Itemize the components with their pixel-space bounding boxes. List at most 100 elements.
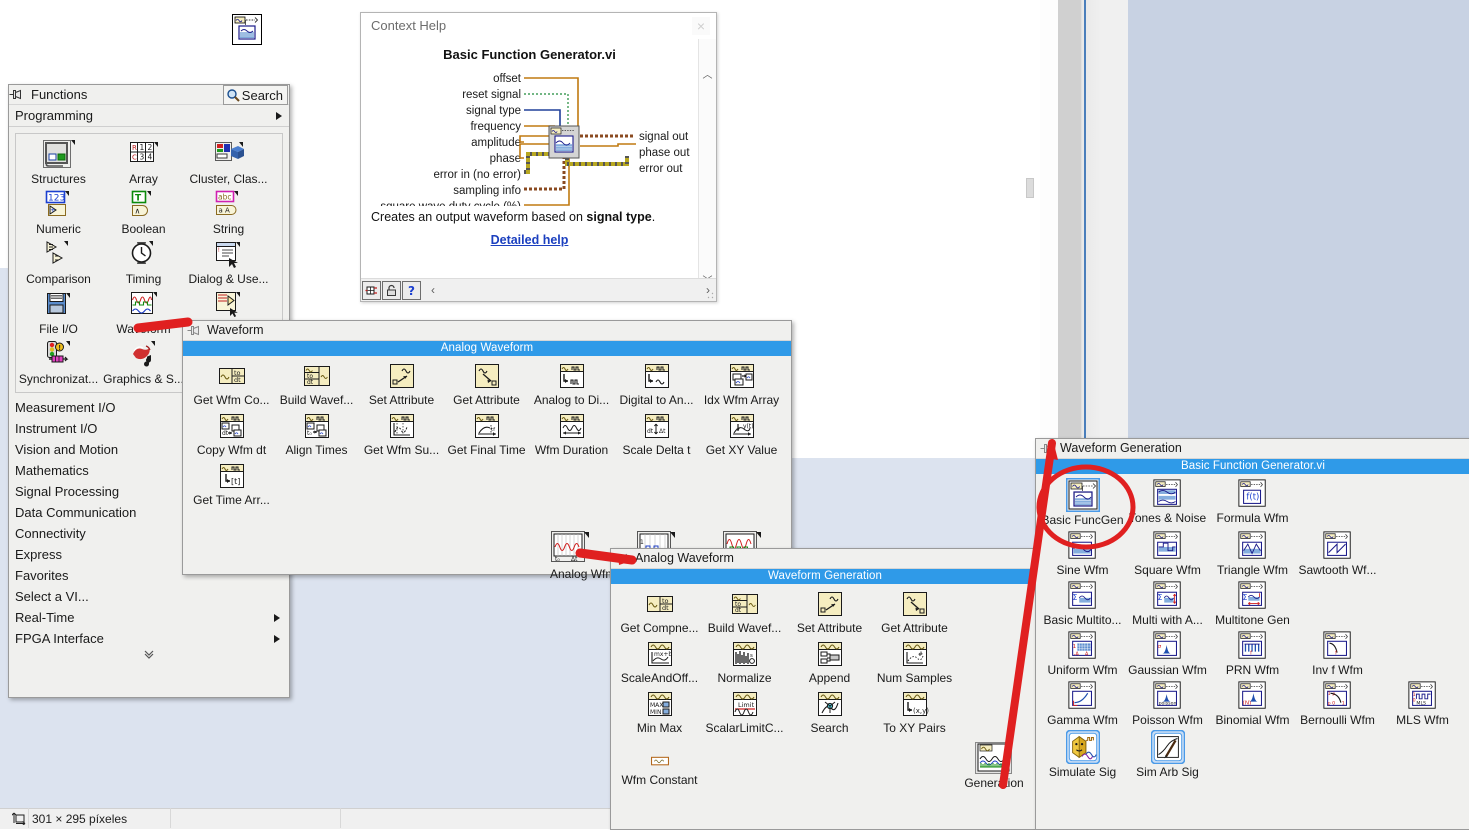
palette-item-multi-with-amplitude[interactable]: Σ Multi with A...: [1125, 580, 1210, 627]
palette-item-basic-funcgen[interactable]: Basic FuncGen: [1040, 478, 1125, 527]
palette-item-build-waveform[interactable]: to dt Build Wavef...: [702, 588, 787, 635]
palette-item-set-attribute[interactable]: Set Attribute: [359, 360, 444, 407]
palette-item-label: Gamma Wfm: [1047, 713, 1118, 727]
waveform-palette-grid: to dt Get Wfm Co... to dt Build Wavef...: [183, 356, 791, 512]
show-optional-terminals-icon[interactable]: [362, 280, 381, 300]
palette-item-scale-delta-t[interactable]: dt Δt Scale Delta t: [614, 410, 699, 457]
functions-palette-category-programming[interactable]: Programming: [9, 105, 289, 127]
palette-item-binomial-wfm[interactable]: (N) Binomial Wfm: [1210, 680, 1295, 727]
resize-grip-icon[interactable]: [707, 292, 714, 299]
palette-item-get-wfm-components[interactable]: to dt Get Wfm Co...: [189, 360, 274, 407]
palette-item-set-attribute[interactable]: Set Attribute: [787, 588, 872, 635]
palette-item-file-io[interactable]: File I/O: [16, 288, 101, 336]
sidebar-item-real-time[interactable]: Real-Time: [9, 607, 289, 628]
palette-item-get-attribute[interactable]: Get Attribute: [872, 588, 957, 635]
panel-resize-handle[interactable]: [1026, 178, 1034, 198]
palette-item-idx-wfm-array[interactable]: Idx Wfm Array: [699, 360, 784, 407]
pin-icon[interactable]: [1040, 442, 1055, 455]
palette-item-get-wfm-subset[interactable]: Get Wfm Su...: [359, 410, 444, 457]
lock-help-icon[interactable]: [382, 280, 401, 300]
close-icon[interactable]: ×: [692, 17, 710, 35]
palette-item-label: Set Attribute: [368, 393, 435, 407]
palette-item-synchronization[interactable]: ! Synchronizat...: [16, 338, 101, 386]
palette-item-num-samples[interactable]: # Num Samples: [872, 638, 957, 685]
dragged-basic-function-generator-icon[interactable]: [232, 14, 262, 45]
palette-item-array[interactable]: R C 1 2 3 4 Array: [101, 138, 186, 186]
detailed-help-link[interactable]: Detailed help: [361, 233, 698, 247]
palette-item-get-final-time[interactable]: tf Get Final Time: [444, 410, 529, 457]
pin-icon[interactable]: [615, 552, 630, 565]
palette-item-normalize[interactable]: s Normalize: [702, 638, 787, 685]
palette-item-align-times[interactable]: t₀ Align Times: [274, 410, 359, 457]
palette-item-get-time-array[interactable]: [t] Get Time Arr...: [189, 460, 274, 507]
palette-item-structures[interactable]: Structures: [16, 138, 101, 186]
palette-item-string[interactable]: abc a A String: [186, 188, 271, 236]
palette-item-multitone-gen[interactable]: Σ Multitone Gen: [1210, 580, 1295, 627]
palette-item-append[interactable]: Append: [787, 638, 872, 685]
chevron-left-icon[interactable]: ‹: [431, 283, 435, 297]
waveform-generation-palette[interactable]: Waveform Generation Basic Function Gener…: [1035, 438, 1469, 830]
palette-item-scale-and-offset[interactable]: mx+b ScaleAndOff...: [617, 638, 702, 685]
palette-item-triangle-wfm[interactable]: Triangle Wfm: [1210, 530, 1295, 577]
palette-item-copy-wfm-dt[interactable]: dt Copy Wfm dt: [189, 410, 274, 457]
palette-item-basic-multitone[interactable]: Σ Basic Multito...: [1040, 580, 1125, 627]
palette-item-graphics-sound[interactable]: Graphics & S...: [101, 338, 186, 386]
palette-item-numeric[interactable]: 123 + Numeric: [16, 188, 101, 236]
palette-item-to-xy-pairs[interactable]: (x,y) To XY Pairs: [872, 688, 957, 735]
palette-item-get-components[interactable]: to dt Get Compne...: [617, 588, 702, 635]
palette-item-get-attribute[interactable]: Get Attribute: [444, 360, 529, 407]
palette-item-tones-and-noise[interactable]: Tones & Noise: [1125, 478, 1210, 527]
context-help-vertical-scrollbar[interactable]: ︿ ﹀: [698, 39, 716, 287]
palette-item-sawtooth-wfm[interactable]: Sawtooth Wf...: [1295, 530, 1380, 577]
palette-item-gaussian-wfm[interactable]: σ Gaussian Wfm: [1125, 630, 1210, 677]
palette-item-inv-f-wfm[interactable]: f Inv f Wfm: [1295, 630, 1380, 677]
palette-item-comparison[interactable]: Comparison: [16, 238, 101, 286]
svg-text:f: f: [1250, 650, 1252, 656]
search-button[interactable]: Search: [222, 85, 288, 105]
palette-item-label: ScaleAndOff...: [620, 671, 699, 685]
sidebar-item-fpga-interface[interactable]: FPGA Interface: [9, 628, 289, 649]
num-samples-icon: #: [902, 642, 927, 666]
palette-item-boolean[interactable]: T ∧ Boolean: [101, 188, 186, 236]
expand-palette-button[interactable]: [9, 650, 289, 663]
palette-item-build-waveform[interactable]: to dt Build Wavef...: [274, 360, 359, 407]
context-help-horizontal-scrollbar[interactable]: ‹ ›: [425, 281, 716, 299]
palette-item-sine-wfm[interactable]: Sine Wfm: [1040, 530, 1125, 577]
palette-item-waveform[interactable]: Waveform: [101, 288, 186, 336]
sidebar-item-select-a-vi[interactable]: Select a VI...: [9, 586, 289, 607]
palette-item-min-max[interactable]: MAX MIN Min Max: [617, 688, 702, 735]
pin-icon[interactable]: [9, 88, 24, 101]
palette-item-gamma-wfm[interactable]: Gamma Wfm: [1040, 680, 1125, 727]
palette-item-wfm-constant[interactable]: Wfm Constant: [617, 752, 702, 787]
palette-item-poisson-wfm[interactable]: poisson Poisson Wfm: [1125, 680, 1210, 727]
magnifier-icon: [227, 89, 240, 102]
palette-item-scalar-limit-compare[interactable]: Limit ScalarLimitC...: [702, 688, 787, 735]
palette-item-bernoulli-wfm[interactable]: 1-p p 0 1 Bernoulli Wfm: [1295, 680, 1380, 727]
palette-item-wfm-duration[interactable]: Wfm Duration: [529, 410, 614, 457]
palette-item-sim-arb-sig[interactable]: Sim Arb Sig: [1125, 730, 1210, 779]
palette-item-uniform-wfm[interactable]: 1 -A A Uniform Wfm: [1040, 630, 1125, 677]
palette-item-mls-wfm[interactable]: 1 0 MLS MLS Wfm: [1380, 680, 1465, 727]
palette-item-generation[interactable]: Generation: [959, 741, 1029, 790]
palette-item-timing[interactable]: Timing: [101, 238, 186, 286]
palette-item-analog-wfm[interactable]: t₀ Δt Analog Wfm: [550, 530, 615, 581]
scale-and-offset-icon: mx+b: [647, 642, 672, 666]
svg-text:t₀: t₀: [307, 430, 312, 437]
palette-item-cluster-class[interactable]: Cluster, Clas...: [186, 138, 271, 186]
category-label: Select a VI...: [15, 589, 89, 604]
chevron-up-icon[interactable]: ︿: [699, 65, 716, 81]
palette-item-analog-to-digital[interactable]: Analog to Di...: [529, 360, 614, 407]
palette-item-get-xy-value[interactable]: y(t) Get XY Value: [699, 410, 784, 457]
detailed-help-icon[interactable]: ?: [402, 280, 421, 300]
palette-item-dialog-user[interactable]: ! Dialog & Use...: [186, 238, 271, 286]
cluster-class-icon: [214, 142, 244, 161]
palette-item-square-wfm[interactable]: Square Wfm: [1125, 530, 1210, 577]
pin-icon[interactable]: [187, 324, 202, 337]
analog-waveform-palette[interactable]: Analog Waveform Waveform Generation to d…: [610, 548, 1040, 830]
palette-item-simulate-sig[interactable]: Simulate Sig: [1040, 730, 1125, 779]
palette-item-formula-wfm[interactable]: f(t) Formula Wfm: [1210, 478, 1295, 527]
context-help-window[interactable]: Context Help × Basic Function Generator.…: [360, 12, 717, 302]
palette-item-digital-to-analog[interactable]: Digital to An...: [614, 360, 699, 407]
palette-item-prn-wfm[interactable]: f PRN Wfm: [1210, 630, 1295, 677]
palette-item-search[interactable]: Search: [787, 688, 872, 735]
